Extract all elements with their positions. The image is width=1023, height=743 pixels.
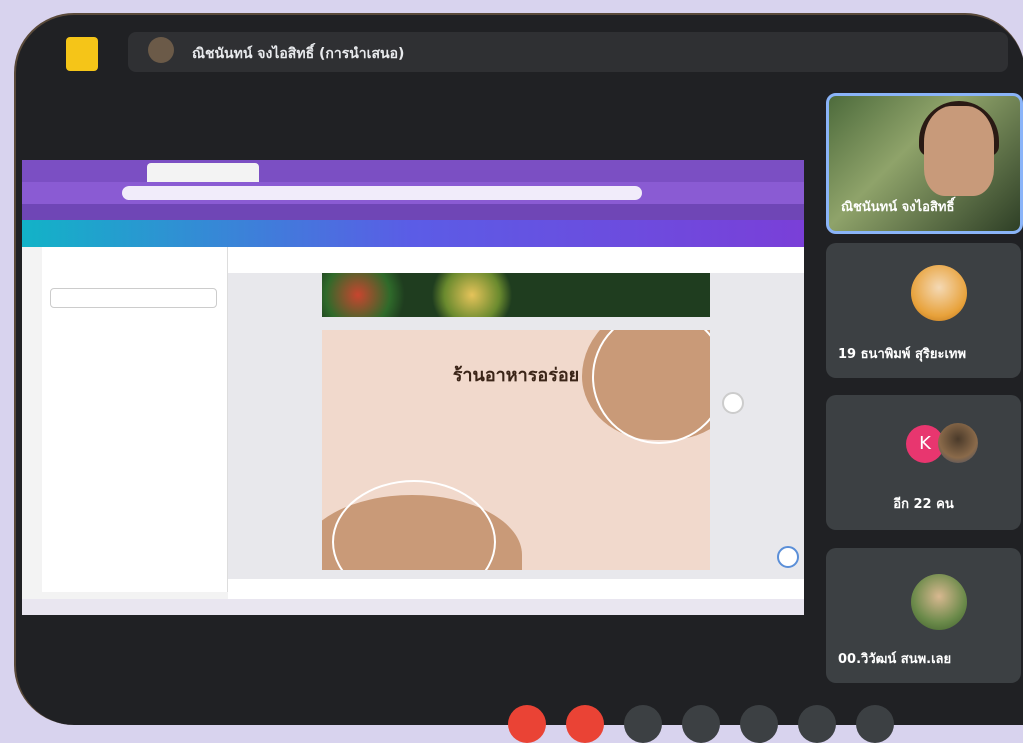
participant-tile-self[interactable]: ณิชนันทน์ จงไอสิทธิ์: [826, 93, 1023, 234]
participant-avatar: [938, 423, 978, 463]
emoji-icon[interactable]: [682, 705, 720, 743]
egg-dish-image: [427, 273, 517, 317]
more-participants-tile[interactable]: K อีก 22 คน: [826, 395, 1021, 530]
editor-footer: [228, 579, 804, 599]
side-panel-search[interactable]: [50, 288, 217, 308]
browser-tab-strip: [22, 160, 804, 182]
bookmarks-bar: [22, 204, 804, 220]
participant-tile[interactable]: 00.วิวัฒน์ สนพ.เลย: [826, 548, 1021, 683]
browser-tab-active[interactable]: [147, 163, 259, 182]
participant-video: [924, 106, 994, 196]
participant-name: 19 ธนาพิมพ์ สุริยะเทพ: [838, 347, 967, 362]
presenter-label: ณิชนันทน์ จงไอสิทธิ์ (การนำเสนอ): [192, 46, 405, 62]
next-slide-icon[interactable]: [777, 546, 799, 568]
app-logo: [66, 37, 98, 71]
participant-name: 00.วิวัฒน์ สนพ.เลย: [838, 652, 952, 667]
more-options-icon[interactable]: [856, 705, 894, 743]
editor-menubar: [22, 220, 804, 247]
current-slide[interactable]: ร้านอาหารอร่อย: [322, 330, 710, 570]
raise-hand-icon[interactable]: [798, 705, 836, 743]
os-taskbar: [22, 599, 804, 615]
participant-tile[interactable]: 19 ธนาพิมพ์ สุริยะเทพ: [826, 243, 1021, 378]
refresh-icon[interactable]: [722, 392, 744, 414]
salad-image: [322, 273, 412, 317]
participant-name: ณิชนันทน์ จงไอสิทธิ์: [841, 200, 955, 215]
slide-title[interactable]: ร้านอาหารอร่อย: [322, 360, 710, 389]
editor-toolbar: [228, 247, 804, 274]
camera-off-icon[interactable]: [566, 705, 604, 743]
participant-avatar: [911, 265, 967, 321]
meeting-window: ณิชนันทน์ จงไอสิทธิ์ (การนำเสนอ) ร้านอาห…: [14, 13, 1023, 725]
captions-icon[interactable]: [624, 705, 662, 743]
shared-screen[interactable]: ร้านอาหารอร่อย: [22, 160, 804, 615]
participant-avatar: [911, 574, 967, 630]
address-bar[interactable]: [122, 186, 642, 200]
mic-off-icon[interactable]: [508, 705, 546, 743]
more-participants-label: อีก 22 คน: [893, 497, 954, 512]
presenter-bar: ณิชนันทน์ จงไอสิทธิ์ (การนำเสนอ): [16, 15, 1023, 77]
presenter-avatar: [148, 37, 174, 63]
present-icon[interactable]: [740, 705, 778, 743]
slide-ring-bottom: [332, 480, 496, 570]
